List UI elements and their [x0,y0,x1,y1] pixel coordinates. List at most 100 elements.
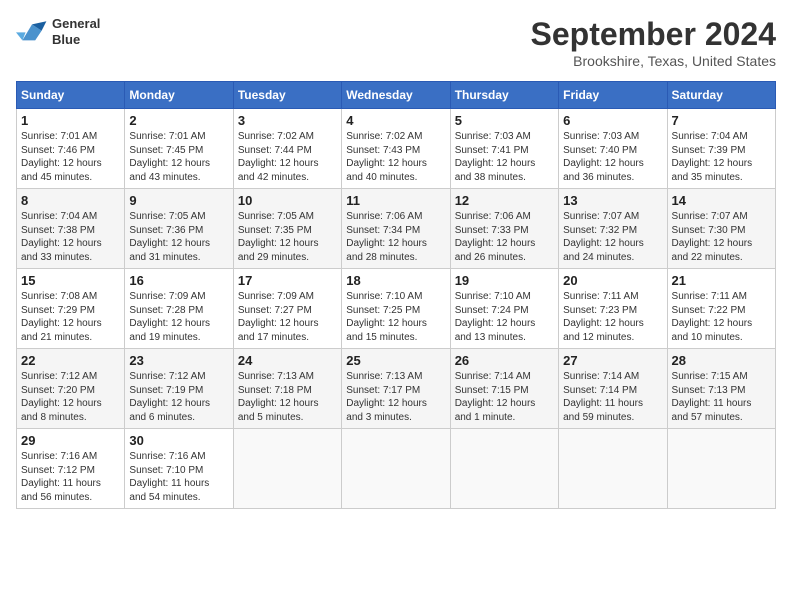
day-number: 13 [563,193,662,208]
day-info: Sunrise: 7:03 AM Sunset: 7:41 PM Dayligh… [455,130,554,184]
calendar-day: 25Sunrise: 7:13 AM Sunset: 7:17 PM Dayli… [342,349,450,429]
calendar-day: 24 Sunrise: 7:13 AM Sunset: 7:18 PM Dayli… [233,349,341,429]
day-info: Sunrise: 7:13 AM Sunset: 7:18 PM Dayligh… [238,370,337,424]
day-info: Sunrise: 7:05 AM Sunset: 7:36 PM Dayligh… [129,210,228,264]
logo-text: General Blue [52,16,100,47]
day-info: Sunrise: 7:02 AM Sunset: 7:44 PM Dayligh… [238,130,337,184]
title-section: September 2024 Brookshire, Texas, United… [531,16,776,69]
calendar-day [559,429,667,509]
day-info: Sunrise: 7:06 AM Sunset: 7:34 PM Dayligh… [346,210,445,264]
calendar-day: 14Sunrise: 7:07 AM Sunset: 7:30 PM Dayli… [667,189,775,269]
calendar-week-4: 29Sunrise: 7:16 AM Sunset: 7:12 PM Dayli… [17,429,776,509]
day-info: Sunrise: 7:09 AM Sunset: 7:27 PM Dayligh… [238,290,337,344]
day-number: 18 [346,273,445,288]
calendar-day: 5 Sunrise: 7:03 AM Sunset: 7:41 PM Daylig… [450,109,558,189]
calendar-day: 19Sunrise: 7:10 AM Sunset: 7:24 PM Dayli… [450,269,558,349]
day-number: 1 [21,113,120,128]
calendar-day: 30Sunrise: 7:16 AM Sunset: 7:10 PM Dayli… [125,429,233,509]
calendar-day [450,429,558,509]
calendar-day: 27 Sunrise: 7:14 AM Sunset: 7:14 PM Dayli… [559,349,667,429]
calendar-day: 11 Sunrise: 7:06 AM Sunset: 7:34 PM Dayli… [342,189,450,269]
day-info: Sunrise: 7:10 AM Sunset: 7:25 PM Dayligh… [346,290,445,344]
day-number: 27 [563,353,662,368]
calendar-day: 16 Sunrise: 7:09 AM Sunset: 7:28 PM Dayli… [125,269,233,349]
calendar-day: 3 Sunrise: 7:02 AM Sunset: 7:44 PM Daylig… [233,109,341,189]
day-number: 6 [563,113,662,128]
day-number: 26 [455,353,554,368]
location: Brookshire, Texas, United States [531,53,776,69]
header-wednesday: Wednesday [342,82,450,109]
calendar-header-row: SundayMondayTuesdayWednesdayThursdayFrid… [17,82,776,109]
day-info: Sunrise: 7:09 AM Sunset: 7:28 PM Dayligh… [129,290,228,344]
day-number: 2 [129,113,228,128]
header-thursday: Thursday [450,82,558,109]
day-info: Sunrise: 7:14 AM Sunset: 7:14 PM Dayligh… [563,370,662,424]
logo-icon [16,18,48,46]
calendar-day: 21 Sunrise: 7:11 AM Sunset: 7:22 PM Dayli… [667,269,775,349]
day-info: Sunrise: 7:03 AM Sunset: 7:40 PM Dayligh… [563,130,662,184]
day-info: Sunrise: 7:07 AM Sunset: 7:30 PM Dayligh… [672,210,771,264]
day-info: Sunrise: 7:11 AM Sunset: 7:23 PM Dayligh… [563,290,662,344]
day-number: 16 [129,273,228,288]
day-number: 21 [672,273,771,288]
day-number: 29 [21,433,120,448]
calendar-day: 18 Sunrise: 7:10 AM Sunset: 7:25 PM Dayli… [342,269,450,349]
calendar-day: 8 Sunrise: 7:04 AM Sunset: 7:38 PM Daylig… [17,189,125,269]
header-saturday: Saturday [667,82,775,109]
day-info: Sunrise: 7:04 AM Sunset: 7:39 PM Dayligh… [672,130,771,184]
calendar-day: 7Sunrise: 7:04 AM Sunset: 7:39 PM Daylig… [667,109,775,189]
day-number: 11 [346,193,445,208]
calendar-day: 26 Sunrise: 7:14 AM Sunset: 7:15 PM Dayli… [450,349,558,429]
calendar-day: 28Sunrise: 7:15 AM Sunset: 7:13 PM Dayli… [667,349,775,429]
calendar-day [233,429,341,509]
day-info: Sunrise: 7:07 AM Sunset: 7:32 PM Dayligh… [563,210,662,264]
calendar-day: 10Sunrise: 7:05 AM Sunset: 7:35 PM Dayli… [233,189,341,269]
day-number: 3 [238,113,337,128]
day-number: 12 [455,193,554,208]
header-monday: Monday [125,82,233,109]
calendar-week-2: 15Sunrise: 7:08 AM Sunset: 7:29 PM Dayli… [17,269,776,349]
day-number: 9 [129,193,228,208]
calendar-day: 17 Sunrise: 7:09 AM Sunset: 7:27 PM Dayli… [233,269,341,349]
day-info: Sunrise: 7:01 AM Sunset: 7:46 PM Dayligh… [21,130,120,184]
day-info: Sunrise: 7:02 AM Sunset: 7:43 PM Dayligh… [346,130,445,184]
calendar-day: 1 Sunrise: 7:01 AM Sunset: 7:46 PM Daylig… [17,109,125,189]
month-title: September 2024 [531,16,776,53]
day-info: Sunrise: 7:06 AM Sunset: 7:33 PM Dayligh… [455,210,554,264]
calendar-day: 22 Sunrise: 7:12 AM Sunset: 7:20 PM Dayli… [17,349,125,429]
day-number: 28 [672,353,771,368]
logo: General Blue [16,16,100,47]
day-info: Sunrise: 7:10 AM Sunset: 7:24 PM Dayligh… [455,290,554,344]
day-number: 24 [238,353,337,368]
day-info: Sunrise: 7:13 AM Sunset: 7:17 PM Dayligh… [346,370,445,424]
header-tuesday: Tuesday [233,82,341,109]
day-number: 20 [563,273,662,288]
day-number: 5 [455,113,554,128]
calendar-day: 15Sunrise: 7:08 AM Sunset: 7:29 PM Dayli… [17,269,125,349]
calendar-day: 9 Sunrise: 7:05 AM Sunset: 7:36 PM Daylig… [125,189,233,269]
calendar-day [667,429,775,509]
calendar-table: SundayMondayTuesdayWednesdayThursdayFrid… [16,81,776,509]
page-header: General Blue September 2024 Brookshire, … [16,16,776,69]
calendar-day: 6 Sunrise: 7:03 AM Sunset: 7:40 PM Daylig… [559,109,667,189]
day-info: Sunrise: 7:01 AM Sunset: 7:45 PM Dayligh… [129,130,228,184]
calendar-day: 20 Sunrise: 7:11 AM Sunset: 7:23 PM Dayli… [559,269,667,349]
calendar-day: 13 Sunrise: 7:07 AM Sunset: 7:32 PM Dayli… [559,189,667,269]
day-number: 22 [21,353,120,368]
day-info: Sunrise: 7:05 AM Sunset: 7:35 PM Dayligh… [238,210,337,264]
calendar-week-1: 8 Sunrise: 7:04 AM Sunset: 7:38 PM Daylig… [17,189,776,269]
calendar-day: 29Sunrise: 7:16 AM Sunset: 7:12 PM Dayli… [17,429,125,509]
day-number: 30 [129,433,228,448]
calendar-week-0: 1 Sunrise: 7:01 AM Sunset: 7:46 PM Daylig… [17,109,776,189]
day-number: 8 [21,193,120,208]
day-number: 15 [21,273,120,288]
day-number: 17 [238,273,337,288]
day-info: Sunrise: 7:14 AM Sunset: 7:15 PM Dayligh… [455,370,554,424]
day-number: 4 [346,113,445,128]
calendar-day: 2 Sunrise: 7:01 AM Sunset: 7:45 PM Daylig… [125,109,233,189]
header-friday: Friday [559,82,667,109]
day-info: Sunrise: 7:12 AM Sunset: 7:20 PM Dayligh… [21,370,120,424]
day-info: Sunrise: 7:11 AM Sunset: 7:22 PM Dayligh… [672,290,771,344]
calendar-day: 4 Sunrise: 7:02 AM Sunset: 7:43 PM Daylig… [342,109,450,189]
day-info: Sunrise: 7:04 AM Sunset: 7:38 PM Dayligh… [21,210,120,264]
